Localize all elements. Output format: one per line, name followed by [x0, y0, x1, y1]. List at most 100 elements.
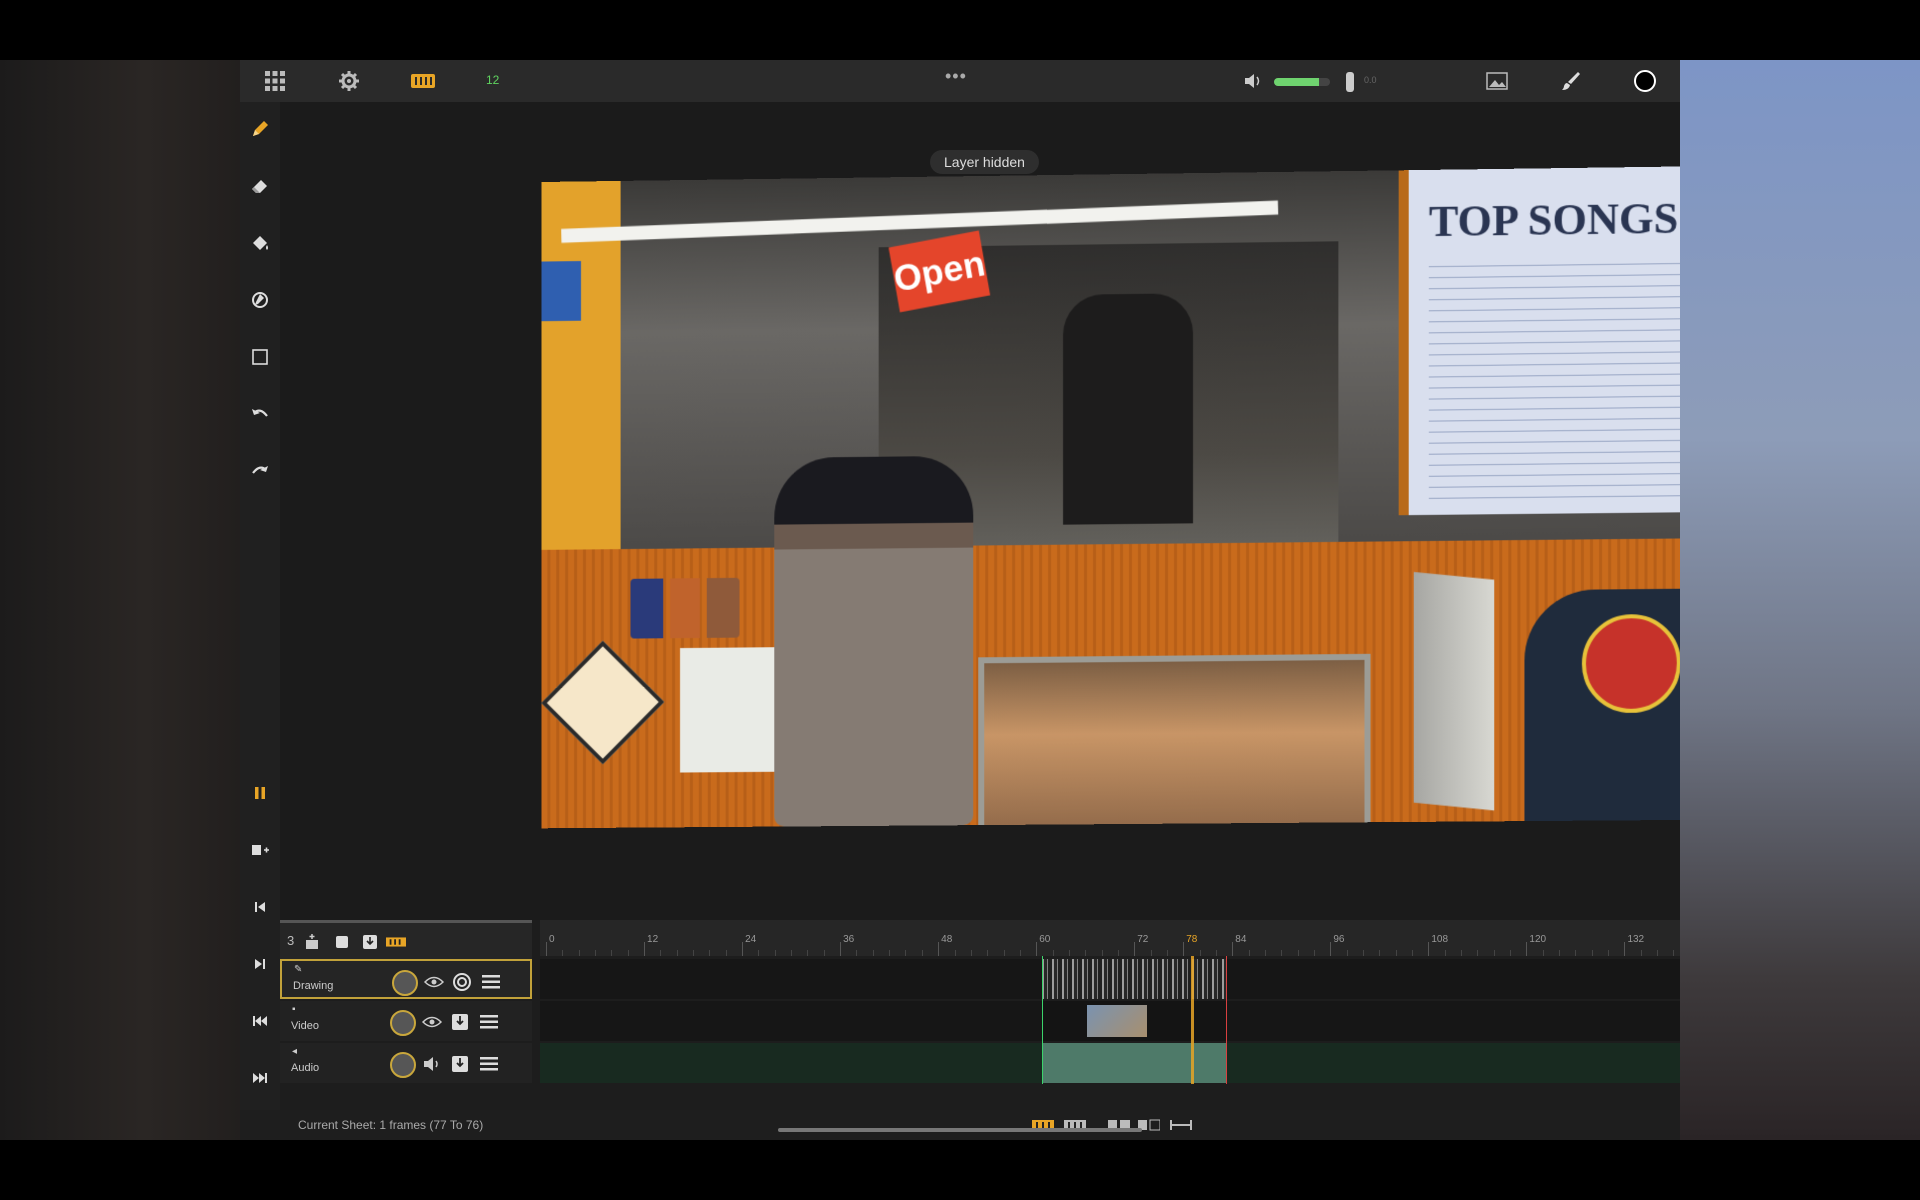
cups-decal: [630, 578, 739, 639]
ruler-minor-tick: [1510, 950, 1511, 956]
ruler-tick-label: 84: [1235, 934, 1246, 945]
ruler-minor-tick: [1608, 950, 1609, 956]
range-icon[interactable]: [1170, 1118, 1192, 1130]
drawing-frames[interactable]: [1042, 959, 1226, 999]
layer-name: Drawing: [293, 980, 333, 992]
ruler-minor-tick: [1216, 950, 1217, 956]
fill-bucket-icon[interactable]: [247, 230, 273, 256]
opacity-knob[interactable]: [390, 1052, 416, 1078]
audio-track[interactable]: [540, 1043, 1680, 1083]
ruler-minor-tick: [1543, 950, 1544, 956]
ruler-minor-tick: [1592, 950, 1593, 956]
drawing-track[interactable]: [540, 959, 1680, 999]
pencil-icon[interactable]: [247, 116, 273, 142]
case-door: [1414, 572, 1494, 810]
layer-menu-icon[interactable]: [479, 970, 503, 994]
video-track[interactable]: [540, 1001, 1680, 1041]
ruler-tick-label: 72: [1137, 934, 1148, 945]
color-circle-icon[interactable]: [1632, 68, 1658, 94]
layer-row-drawing[interactable]: ✎ Drawing: [280, 959, 532, 999]
image-icon[interactable]: [1484, 68, 1510, 94]
eye-hidden-icon[interactable]: [422, 970, 446, 994]
home-indicator[interactable]: [778, 1128, 1142, 1132]
grid-icon[interactable]: [262, 68, 288, 94]
more-icon[interactable]: •••: [945, 66, 967, 87]
import-icon[interactable]: [448, 1010, 472, 1034]
select-rect-icon[interactable]: [247, 344, 273, 370]
speaker-icon[interactable]: [420, 1052, 444, 1076]
opacity-knob[interactable]: [390, 1010, 416, 1036]
speaker-icon[interactable]: [1240, 68, 1266, 94]
ruler-tick-label: 96: [1333, 934, 1344, 945]
eyedropper-icon[interactable]: [247, 287, 273, 313]
ruler-tick-label: 12: [647, 934, 658, 945]
ruler-minor-tick: [660, 950, 661, 956]
layer-menu-icon[interactable]: [477, 1010, 501, 1034]
step-back-icon[interactable]: [247, 894, 273, 920]
ruler-minor-tick: [1069, 950, 1070, 956]
menu-lines: [1429, 254, 1680, 498]
ruler-minor-tick: [1118, 950, 1119, 956]
video-thumbnail[interactable]: [1087, 1005, 1147, 1037]
volume-slider[interactable]: [1274, 78, 1330, 86]
add-frame-icon[interactable]: [247, 837, 273, 863]
ruler-minor-tick: [709, 950, 710, 956]
animation-app: 12 ••• 0.0 Open TOP SONGS Layer hidden 3…: [240, 60, 1680, 1140]
drawing-canvas[interactable]: Open TOP SONGS Layer hidden: [280, 102, 1680, 932]
opacity-knob[interactable]: [392, 970, 418, 996]
snack-case: [978, 654, 1370, 828]
go-end-icon[interactable]: [247, 1065, 273, 1091]
go-start-icon[interactable]: [247, 1008, 273, 1034]
ruler-minor-tick: [693, 950, 694, 956]
ruler-minor-tick: [987, 950, 988, 956]
pause-icon[interactable]: [247, 780, 273, 806]
volume-knob[interactable]: [1346, 72, 1354, 92]
top-toolbar: 12 ••• 0.0: [240, 60, 1680, 102]
sheet-icon[interactable]: [332, 932, 352, 952]
add-layer-icon[interactable]: [302, 932, 322, 952]
eraser-icon[interactable]: [247, 173, 273, 199]
audio-range[interactable]: [1042, 1043, 1226, 1083]
ruler-minor-tick: [1085, 950, 1086, 956]
filmstrip-icon[interactable]: [410, 68, 436, 94]
brush-icon[interactable]: [1558, 68, 1584, 94]
frame-ruler[interactable]: 0 12 24 36 48 60 72 78 84 96 108 120 132: [540, 920, 1680, 956]
ruler-tick: [644, 942, 645, 956]
layer-name: Video: [291, 1020, 319, 1032]
ruler-tick: [1036, 942, 1037, 956]
video-range: [1042, 1001, 1226, 1041]
ruler-minor-tick: [824, 950, 825, 956]
eye-hidden-icon[interactable]: [420, 1010, 444, 1034]
ruler-tick: [1232, 942, 1233, 956]
in-marker-line: [1042, 956, 1043, 1084]
import-icon[interactable]: [360, 932, 380, 952]
timeline-panel: 3 0 12 24 36 48 60 72 78 84 96 108 120 132 ✎ Drawing: [280, 920, 1680, 1110]
ruler-tick-label: 24: [745, 934, 756, 945]
layer-row-video[interactable]: ▪ Video: [280, 1001, 532, 1041]
step-forward-icon[interactable]: [247, 951, 273, 977]
ruler-minor-tick: [905, 950, 906, 956]
ruler-tick: [938, 942, 939, 956]
man-hoodie: [774, 456, 973, 827]
ruler-minor-tick: [856, 950, 857, 956]
ruler-minor-tick: [791, 950, 792, 956]
fps-label[interactable]: 12: [486, 73, 499, 87]
playhead-line[interactable]: [1191, 956, 1194, 1084]
ruler-minor-tick: [1363, 950, 1364, 956]
ruler-tick: [1134, 942, 1135, 956]
redo-icon[interactable]: [247, 458, 273, 484]
ruler-minor-tick: [775, 950, 776, 956]
layer-row-audio[interactable]: ◂ Audio: [280, 1043, 532, 1083]
ruler-minor-tick: [1167, 950, 1168, 956]
layer-hidden-toast: Layer hidden: [930, 150, 1039, 174]
ruler-minor-tick: [955, 950, 956, 956]
gear-icon[interactable]: [336, 68, 362, 94]
timeline-filmstrip-icon[interactable]: [386, 932, 406, 952]
lock-icon: ▪: [292, 1004, 296, 1015]
ruler-minor-tick: [611, 950, 612, 956]
onion-skin-icon[interactable]: [450, 970, 474, 994]
undo-icon[interactable]: [247, 401, 273, 427]
layer-menu-icon[interactable]: [477, 1052, 501, 1076]
import-icon[interactable]: [448, 1052, 472, 1076]
pencil-icon: ✎: [294, 964, 302, 975]
